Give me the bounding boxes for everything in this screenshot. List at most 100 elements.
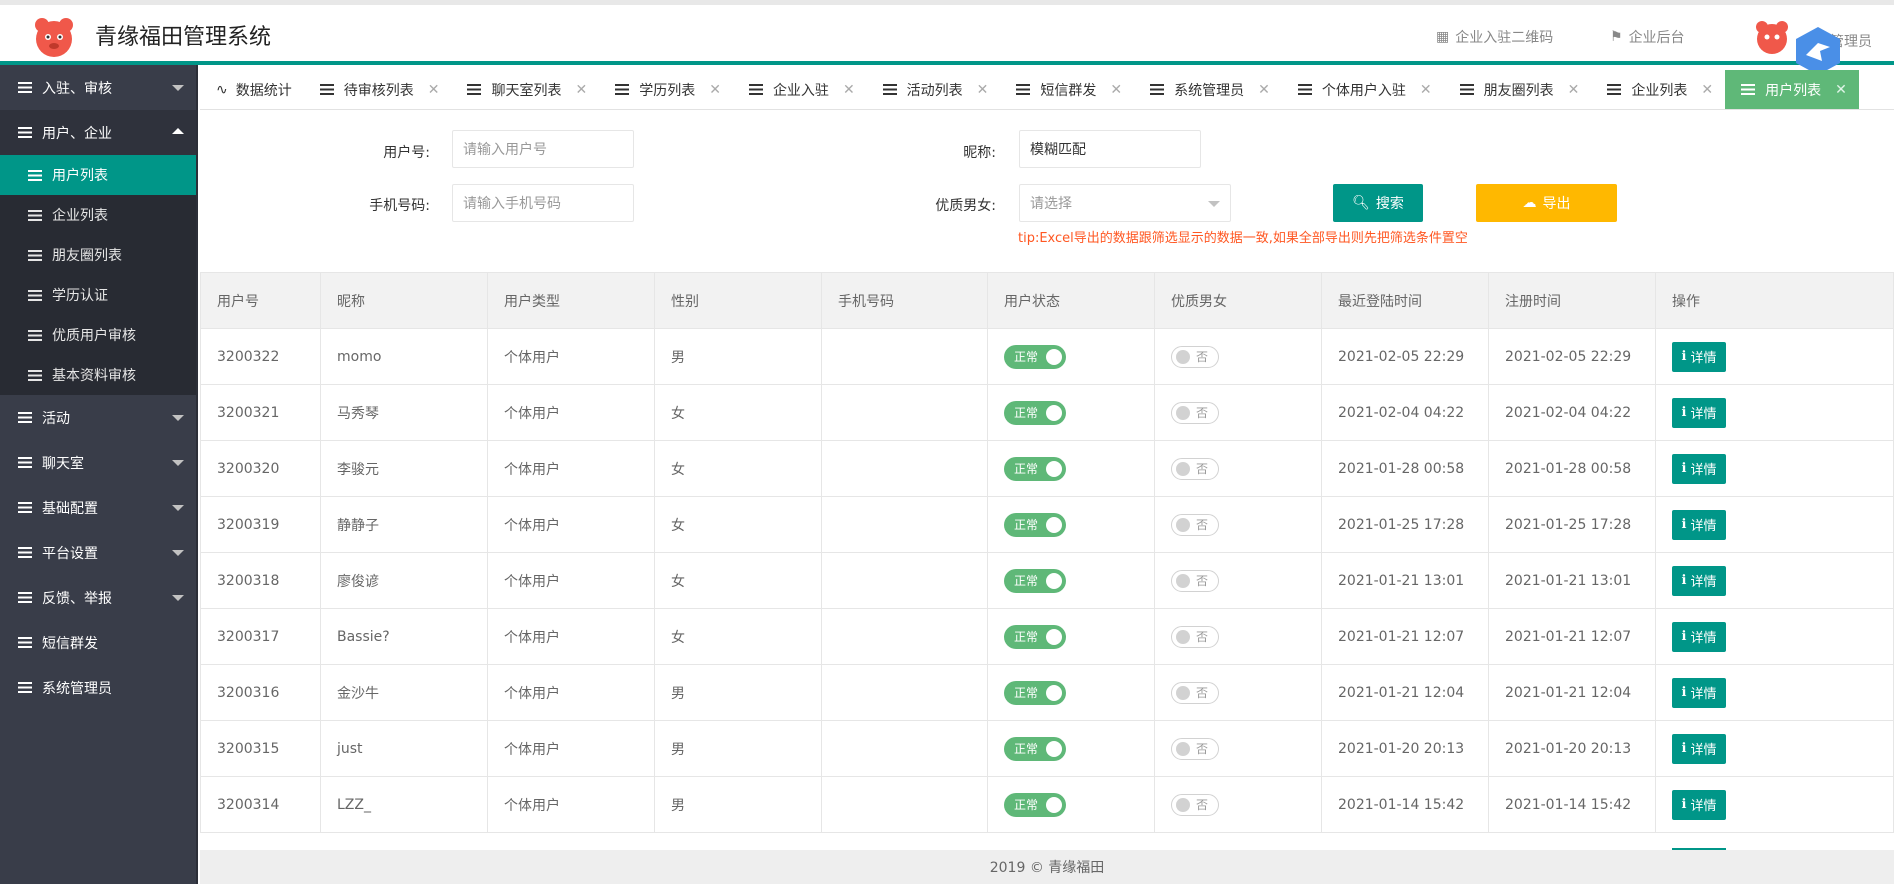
avatar[interactable] (1752, 17, 1792, 57)
sidebar-item-profile-review[interactable]: 基本资料审核 (0, 355, 196, 395)
cell-gender: 男 (654, 664, 822, 721)
toggle-knob (1176, 573, 1190, 588)
close-icon[interactable]: ✕ (1420, 82, 1432, 98)
detail-button[interactable]: ℹ 详情 (1672, 565, 1726, 596)
detail-button[interactable]: ℹ 详情 (1672, 677, 1726, 708)
cloud-download-icon: ☁ (1522, 195, 1537, 211)
sidebar-item-enterprise-list[interactable]: 企业列表 (0, 195, 196, 235)
detail-button[interactable]: ℹ 详情 (1672, 621, 1726, 652)
quality-toggle[interactable]: 否 (1171, 457, 1219, 480)
close-icon[interactable]: ✕ (709, 82, 721, 98)
status-toggle[interactable]: 正常 (1004, 344, 1066, 369)
quality-toggle[interactable]: 否 (1171, 569, 1219, 592)
menu-chatroom[interactable]: 聊天室 (0, 440, 196, 485)
menu-basic-config[interactable]: 基础配置 (0, 485, 196, 530)
cell-user-type: 个体用户 (487, 776, 655, 833)
status-toggle[interactable]: 正常 (1004, 568, 1066, 593)
cell-gender: 男 (654, 328, 822, 385)
cell-user-type: 个体用户 (487, 552, 655, 609)
tab-enterprise-list[interactable]: 企业列表 ✕ (1591, 70, 1725, 109)
tab-data-stats[interactable]: ∿ 数据统计 (200, 70, 304, 109)
status-toggle[interactable]: 正常 (1004, 680, 1066, 705)
export-button[interactable]: ☁ 导出 (1476, 184, 1617, 222)
toggle-knob (1046, 404, 1062, 421)
tab-education-list[interactable]: 学历列表 ✕ (599, 70, 733, 109)
detail-button[interactable]: ℹ 详情 (1672, 453, 1726, 484)
quality-toggle[interactable]: 否 (1171, 513, 1219, 536)
tab-enterprise-entry[interactable]: 企业入驻 ✕ (733, 70, 867, 109)
close-icon[interactable]: ✕ (977, 82, 989, 98)
status-toggle[interactable]: 正常 (1004, 792, 1066, 817)
close-icon[interactable]: ✕ (1835, 82, 1847, 98)
close-icon[interactable]: ✕ (428, 82, 440, 98)
quality-select[interactable]: 请选择 (1019, 184, 1231, 222)
close-icon[interactable]: ✕ (575, 82, 587, 98)
detail-button[interactable]: ℹ 详情 (1672, 341, 1726, 372)
close-icon[interactable]: ✕ (1258, 82, 1270, 98)
detail-button[interactable]: ℹ 详情 (1672, 509, 1726, 540)
list-icon (748, 84, 763, 95)
cell-phone (821, 496, 988, 553)
menu-activity[interactable]: 活动 (0, 395, 196, 440)
nickname-input[interactable]: 模糊匹配 (1019, 130, 1201, 168)
chevron-down-icon (172, 595, 184, 601)
status-toggle[interactable]: 正常 (1004, 512, 1066, 537)
quality-toggle[interactable]: 否 (1171, 681, 1219, 704)
cell-status: 正常 (987, 776, 1155, 833)
toggle-knob (1176, 741, 1190, 756)
tab-sms-broadcast[interactable]: 短信群发 ✕ (1000, 70, 1134, 109)
cell-quality: 否 (1154, 776, 1322, 833)
close-icon[interactable]: ✕ (1568, 82, 1580, 98)
quality-toggle[interactable]: 否 (1171, 401, 1219, 424)
tab-user-list[interactable]: 用户列表 ✕ (1725, 70, 1859, 109)
tab-activity-list[interactable]: 活动列表 ✕ (867, 70, 1001, 109)
menu-feedback-report[interactable]: 反馈、举报 (0, 575, 196, 620)
status-toggle[interactable]: 正常 (1004, 400, 1066, 425)
tab-pending-review[interactable]: 待审核列表 ✕ (304, 70, 452, 109)
list-icon (28, 289, 42, 301)
close-icon[interactable]: ✕ (1701, 82, 1713, 98)
cell-user-id: 3200317 (200, 608, 321, 665)
toggle-knob (1046, 460, 1062, 477)
status-toggle[interactable]: 正常 (1004, 456, 1066, 481)
enterprise-backend-link[interactable]: ⚑ 企业后台 (1610, 27, 1685, 47)
status-toggle[interactable]: 正常 (1004, 736, 1066, 761)
cell-quality: 否 (1154, 552, 1322, 609)
quality-toggle[interactable]: 否 (1171, 793, 1219, 816)
list-icon (1150, 84, 1165, 95)
menu-user-enterprise[interactable]: 用户、企业 (0, 110, 196, 155)
close-icon[interactable]: ✕ (843, 82, 855, 98)
quality-toggle[interactable]: 否 (1171, 625, 1219, 648)
status-toggle[interactable]: 正常 (1004, 624, 1066, 649)
menu-system-admin[interactable]: 系统管理员 (0, 665, 196, 710)
phone-input[interactable]: 请输入手机号码 (452, 184, 634, 222)
menu-entry-review[interactable]: 入驻、审核 (0, 65, 196, 110)
cell-user-id: 3200318 (200, 552, 321, 609)
close-icon[interactable]: ✕ (1110, 82, 1122, 98)
tab-moments-list[interactable]: 朋友圈列表 ✕ (1444, 70, 1592, 109)
sidebar-item-education-auth[interactable]: 学历认证 (0, 275, 196, 315)
toggle-knob (1046, 516, 1062, 533)
cell-user-id: 3200319 (200, 496, 321, 553)
detail-button[interactable]: ℹ 详情 (1672, 789, 1726, 820)
search-button[interactable]: 🔍︎ 搜索 (1333, 184, 1423, 222)
menu-platform-settings[interactable]: 平台设置 (0, 530, 196, 575)
tab-chatroom-list[interactable]: 聊天室列表 ✕ (451, 70, 599, 109)
quality-toggle[interactable]: 否 (1171, 345, 1219, 368)
detail-button[interactable]: ℹ 详情 (1672, 733, 1726, 764)
sidebar-item-user-list[interactable]: 用户列表 (0, 155, 196, 195)
user-id-input[interactable]: 请输入用户号 (452, 130, 634, 168)
detail-button[interactable]: ℹ 详情 (1672, 397, 1726, 428)
chevron-down-icon (1208, 201, 1220, 207)
sidebar-item-quality-review[interactable]: 优质用户审核 (0, 315, 196, 355)
menu-sms-broadcast[interactable]: 短信群发 (0, 620, 196, 665)
search-icon: 🔍︎ (1352, 195, 1370, 211)
tab-individual-entry[interactable]: 个体用户入驻 ✕ (1282, 70, 1444, 109)
qr-code-link[interactable]: ▦ 企业入驻二维码 (1436, 27, 1553, 47)
sidebar-item-moments-list[interactable]: 朋友圈列表 (0, 235, 196, 275)
table-row: 3200316 金沙牛 个体用户男 正常 否 2021-01-21 12:04 2021-0… (200, 664, 1894, 721)
tab-system-admin[interactable]: 系统管理员 ✕ (1134, 70, 1282, 109)
quality-toggle[interactable]: 否 (1171, 737, 1219, 760)
cell-phone (821, 440, 988, 497)
cell-user-type: 个体用户 (487, 720, 655, 777)
